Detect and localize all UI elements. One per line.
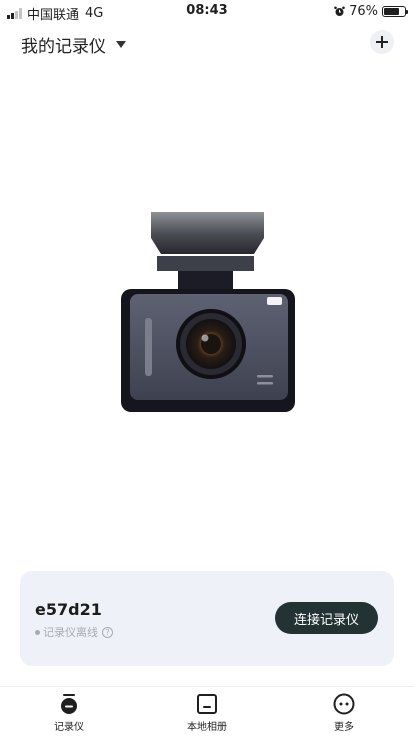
- header: 我的记录仪: [0, 30, 414, 58]
- tab-bar: 记录仪 本地相册 更多: [0, 686, 414, 736]
- tab-recorder-label: 记录仪: [54, 722, 84, 733]
- connect-recorder-button[interactable]: 连接记录仪: [275, 602, 378, 634]
- dashcam-illustration: [121, 212, 295, 412]
- more-icon: [333, 693, 355, 715]
- battery-icon: [382, 6, 408, 17]
- device-status: 记录仪离线 ?: [35, 624, 113, 640]
- battery-percent: 76%: [349, 4, 378, 19]
- status-right: 76%: [334, 4, 408, 19]
- help-icon[interactable]: ?: [102, 626, 113, 638]
- device-selector[interactable]: 我的记录仪: [21, 32, 126, 57]
- album-icon: [197, 694, 217, 714]
- add-device-button[interactable]: [370, 30, 394, 54]
- tab-more-label: 更多: [334, 722, 354, 733]
- caret-down-icon: [116, 41, 126, 48]
- dashcam-icon: [61, 694, 77, 714]
- device-status-label: 记录仪离线: [43, 626, 98, 639]
- status-bar: 中国联通 4G 08:43 76%: [0, 0, 414, 23]
- battery-fill: [384, 8, 400, 15]
- device-card: e57d21 记录仪离线 ? 连接记录仪: [20, 571, 394, 666]
- page-title: 我的记录仪: [21, 37, 106, 57]
- device-name: e57d21: [35, 600, 102, 619]
- tab-recorder[interactable]: 记录仪: [19, 693, 119, 733]
- tab-more[interactable]: 更多: [294, 693, 394, 733]
- tab-album[interactable]: 本地相册: [157, 693, 257, 733]
- alarm-icon: [334, 6, 345, 16]
- tab-album-label: 本地相册: [187, 722, 227, 733]
- offline-dot-icon: [35, 629, 40, 635]
